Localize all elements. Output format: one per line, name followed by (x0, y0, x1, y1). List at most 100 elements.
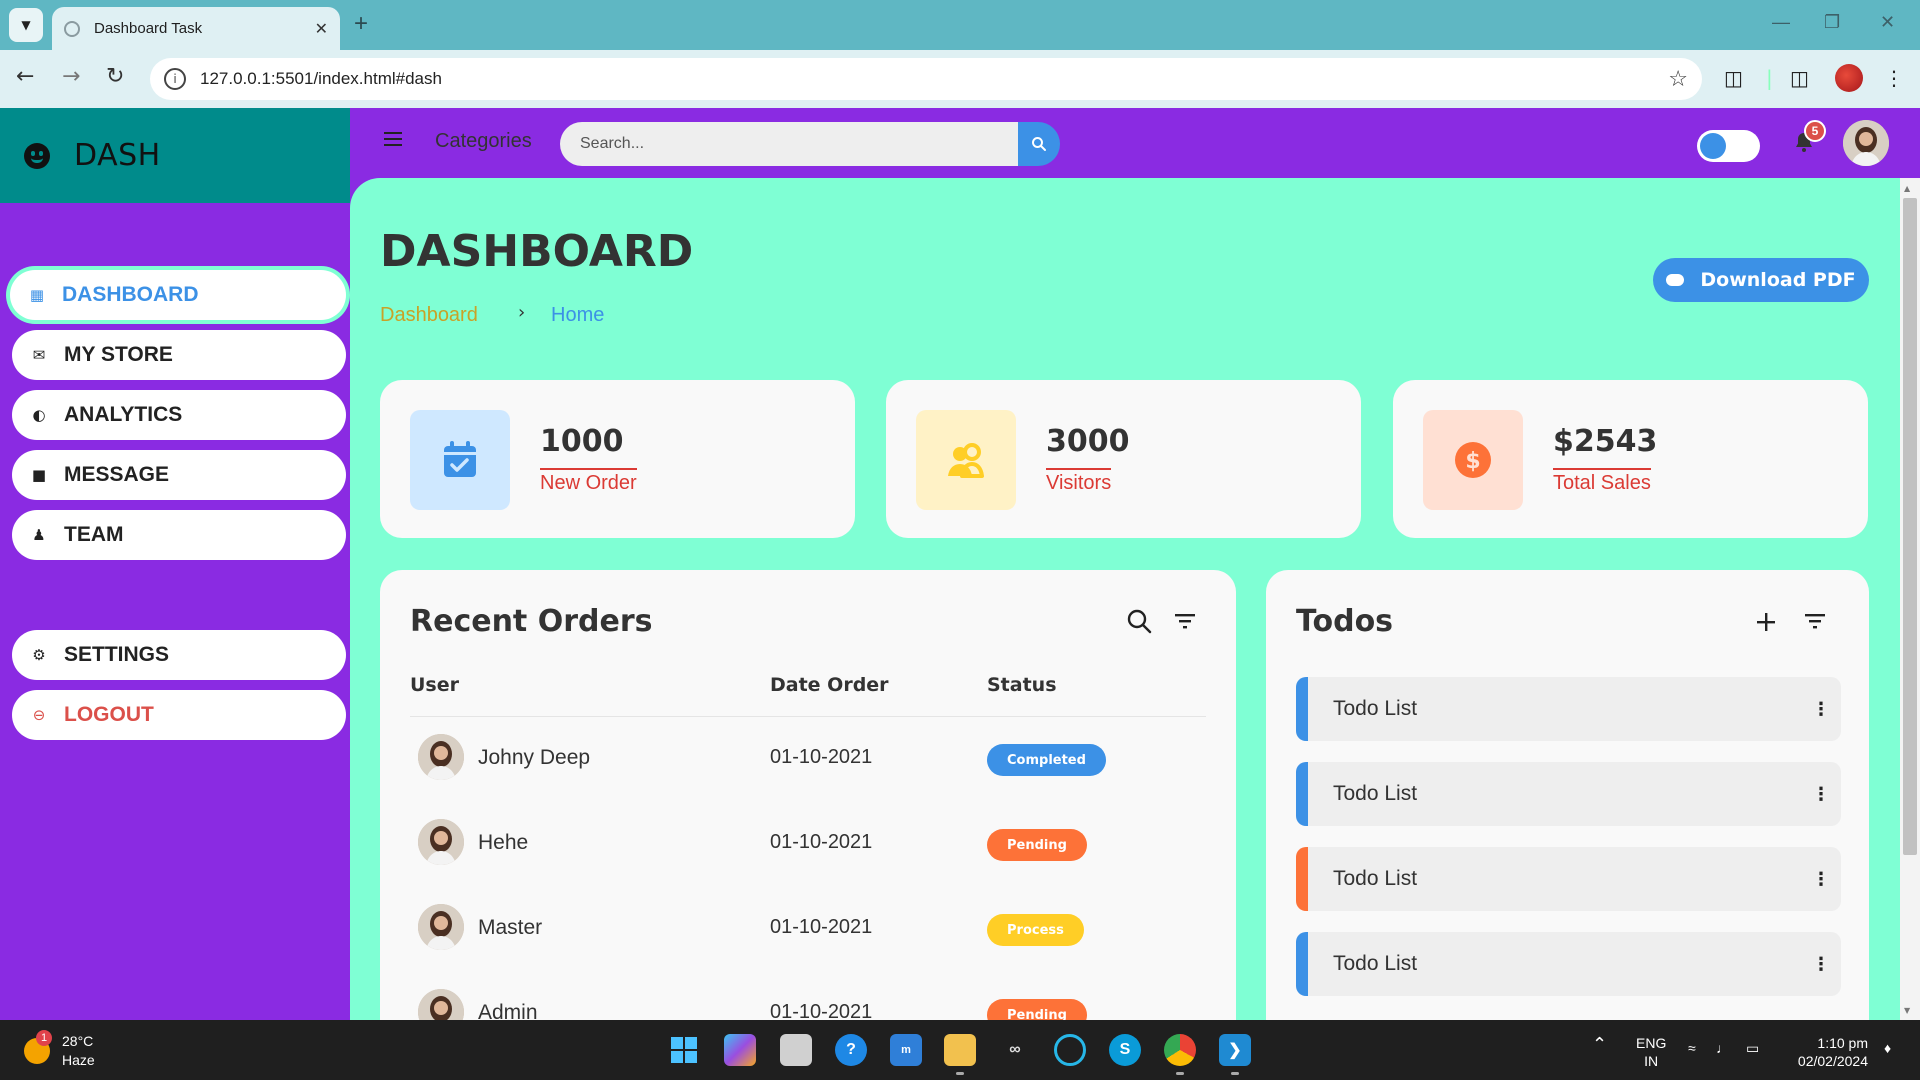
sidebar-item-dashboard[interactable]: ▦ DASHBOARD (10, 270, 346, 320)
logout-icon: ⊖ (32, 706, 46, 724)
task-view-icon[interactable] (780, 1034, 812, 1066)
restore-icon[interactable]: ❐ (1824, 12, 1840, 33)
more-vertical-icon[interactable]: ⋮ (1801, 699, 1841, 720)
vscode-icon[interactable]: ❯ (1219, 1034, 1251, 1066)
sidebar-item-analytics[interactable]: ◐ ANALYTICS (12, 390, 346, 440)
mylic-app-icon[interactable]: m (890, 1034, 922, 1066)
sidebar-item-team[interactable]: ♟ TEAM (12, 510, 346, 560)
notification-count: 5 (1804, 120, 1826, 142)
clock-date: 02/02/2024 (1797, 1053, 1868, 1069)
weather-widget[interactable]: 1 28°C Haze (24, 1030, 95, 1070)
profile-avatar[interactable] (1843, 120, 1889, 166)
user-avatar (418, 904, 464, 950)
chevron-up-icon[interactable]: ⌃ (1592, 1034, 1607, 1055)
dashboard-icon: ▦ (29, 286, 45, 304)
breadcrumb-home[interactable]: Home (551, 304, 604, 327)
extensions-icon[interactable]: ◫ (1724, 66, 1743, 90)
brand[interactable]: DASH (0, 108, 350, 203)
todo-item[interactable]: Todo List ⋮ (1296, 847, 1841, 911)
scroll-up-icon[interactable]: ▲ (1904, 184, 1910, 193)
menu-toggle-icon[interactable] (384, 132, 402, 146)
todo-item[interactable]: Todo List ⋮ (1296, 762, 1841, 826)
cloud-download-icon (1666, 274, 1685, 286)
notification-bell-icon[interactable]: ♦ (1884, 1040, 1891, 1056)
close-tab-icon[interactable]: ✕ (315, 19, 328, 38)
file-explorer-icon[interactable] (944, 1034, 976, 1066)
url-text[interactable]: 127.0.0.1:5501/index.html#dash (200, 69, 1668, 89)
region-code: IN (1644, 1053, 1659, 1069)
bookmark-star-icon[interactable]: ☆ (1668, 67, 1688, 92)
sidebar-item-settings[interactable]: ⚙ SETTINGS (12, 630, 346, 680)
language-indicator[interactable]: ENG IN (1636, 1034, 1666, 1070)
add-icon[interactable] (1756, 612, 1776, 632)
forward-icon[interactable]: → (62, 64, 80, 89)
svg-text:$: $ (1465, 449, 1480, 474)
search-input[interactable] (560, 122, 1018, 166)
group-icon (916, 410, 1016, 510)
site-info-icon[interactable]: i (164, 68, 186, 90)
theme-toggle[interactable] (1697, 130, 1760, 162)
sidebar-item-message[interactable]: ■ MESSAGE (12, 450, 346, 500)
sidebar-item-my-store[interactable]: ✉ MY STORE (12, 330, 346, 380)
side-panel-icon[interactable]: ◫ (1790, 66, 1809, 90)
todo-item[interactable]: Todo List ⋮ (1296, 932, 1841, 996)
browser-tab-bar: ▼ Dashboard Task ✕ + — ❐ ✕ (0, 0, 1920, 50)
new-tab-button[interactable]: + (354, 10, 368, 38)
table-row[interactable]: Hehe 01-10-2021 Pending (410, 819, 1206, 904)
order-date: 01-10-2021 (770, 916, 873, 938)
search-icon[interactable] (1126, 608, 1152, 634)
table-row[interactable]: Johny Deep 01-10-2021 Completed (410, 734, 1206, 819)
sidebar-item-label: SETTINGS (64, 643, 170, 666)
windows-start-icon[interactable] (668, 1034, 700, 1066)
more-vertical-icon[interactable]: ⋮ (1801, 954, 1841, 975)
tab-search-button[interactable]: ▼ (9, 8, 43, 42)
table-row[interactable]: Admin 01-10-2021 Pending (410, 989, 1206, 1020)
alexa-icon[interactable] (1054, 1034, 1086, 1066)
window-close-icon[interactable]: ✕ (1880, 12, 1895, 33)
sidebar-item-logout[interactable]: ⊖ LOGOUT (12, 690, 346, 740)
browser-menu-icon[interactable]: ⋮ (1884, 66, 1904, 90)
todo-item[interactable]: Todo List ⋮ (1296, 677, 1841, 741)
more-vertical-icon[interactable]: ⋮ (1801, 784, 1841, 805)
message-icon: ■ (31, 466, 47, 484)
side-menu: ▦ DASHBOARD ✉ MY STORE ◐ ANALYTICS ■ MES… (10, 270, 346, 750)
search-button[interactable] (1018, 122, 1060, 166)
chrome-icon[interactable] (1164, 1034, 1196, 1066)
omnibox[interactable]: i 127.0.0.1:5501/index.html#dash ☆ (150, 58, 1702, 100)
order-date: 01-10-2021 (770, 831, 873, 853)
filter-icon[interactable] (1174, 612, 1196, 630)
status-badge: Process (987, 914, 1084, 946)
reload-icon[interactable]: ↻ (106, 64, 124, 89)
column-header-date: Date Order (770, 674, 889, 696)
breadcrumb-dashboard[interactable]: Dashboard (380, 304, 478, 327)
order-user: Master (478, 916, 543, 939)
skype-icon[interactable]: S (1109, 1034, 1141, 1066)
sidebar: DASH ▦ DASHBOARD ✉ MY STORE ◐ ANALYTICS … (0, 108, 350, 1020)
user-avatar (418, 734, 464, 780)
table-row[interactable]: Master 01-10-2021 Process (410, 904, 1206, 989)
status-badge: Pending (987, 829, 1087, 861)
help-icon[interactable]: ? (835, 1034, 867, 1066)
categories-link[interactable]: Categories (435, 130, 532, 153)
scrollbar-thumb[interactable] (1903, 198, 1917, 855)
browser-tab[interactable]: Dashboard Task ✕ (52, 7, 340, 50)
browser-profile-avatar[interactable] (1835, 64, 1863, 92)
todo-label: Todo List (1333, 782, 1418, 805)
back-icon[interactable]: ← (16, 64, 34, 89)
download-pdf-button[interactable]: Download PDF (1653, 258, 1869, 302)
filter-icon[interactable] (1804, 612, 1826, 630)
scroll-down-icon[interactable]: ▼ (1904, 1006, 1910, 1015)
volume-icon[interactable]: ♩ (1716, 1040, 1730, 1056)
clock[interactable]: 1:10 pm 02/02/2024 (1786, 1034, 1868, 1070)
battery-icon[interactable]: ▭ (1746, 1040, 1759, 1057)
infinity-app-icon[interactable]: ∞ (999, 1034, 1031, 1066)
copilot-icon[interactable] (724, 1034, 756, 1066)
wifi-icon[interactable]: ≈ (1688, 1040, 1696, 1056)
minimize-icon[interactable]: — (1772, 12, 1790, 33)
stat-label: Total Sales (1553, 468, 1651, 495)
globe-icon (64, 20, 80, 37)
weather-haze-icon: 1 (24, 1030, 52, 1064)
team-icon: ♟ (32, 526, 46, 544)
more-vertical-icon[interactable]: ⋮ (1801, 869, 1841, 890)
stat-value: $2543 (1553, 424, 1658, 459)
